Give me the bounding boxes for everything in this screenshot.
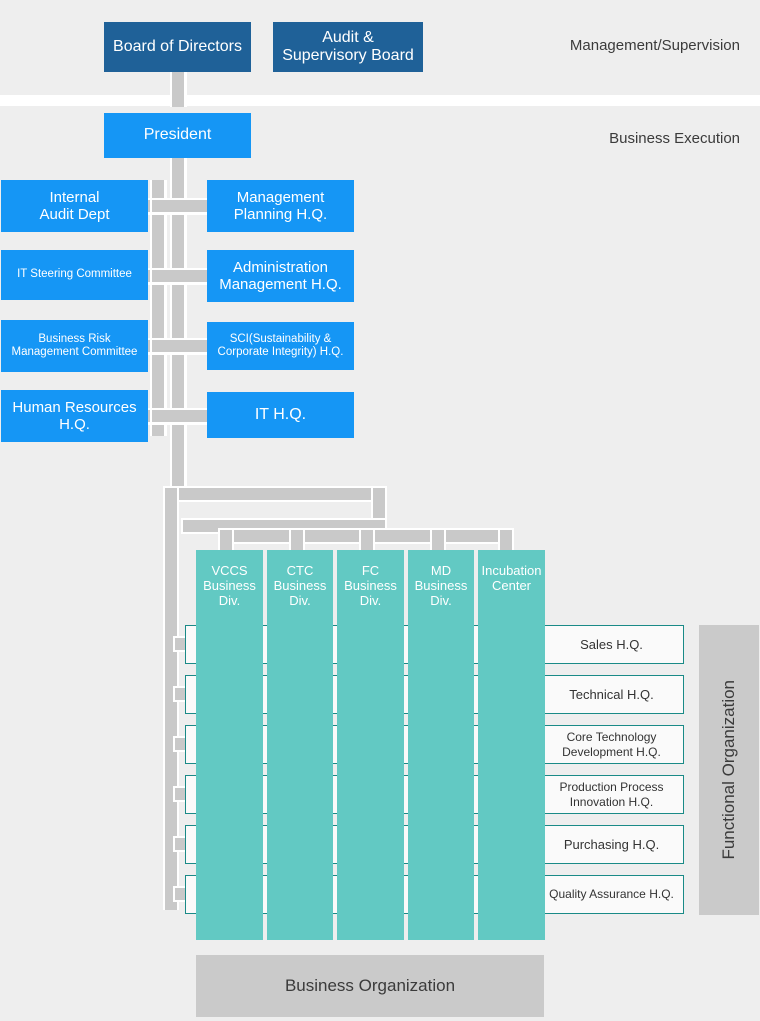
box-internal-audit-dept[interactable]: Internal Audit Dept	[1, 180, 148, 232]
management-zone-label: Management/Supervision	[569, 37, 740, 54]
business-organization-panel: Business Organization	[196, 955, 544, 1017]
box-sci-hq[interactable]: SCI(Sustainability & Corporate Integrity…	[207, 322, 354, 370]
box-business-risk-management-committee[interactable]: Business Risk Management Committee	[1, 320, 148, 372]
box-president[interactable]: President	[104, 113, 251, 158]
connector-division-bracket-1	[165, 488, 383, 500]
connector-stub-it-hq	[182, 410, 210, 422]
box-it-hq[interactable]: IT H.Q.	[207, 392, 354, 438]
division-column-ctc[interactable]: CTC Business Div.	[267, 550, 333, 940]
division-column-incubation[interactable]: Incubation Center	[478, 550, 545, 940]
connector-tie-1	[152, 200, 184, 212]
functional-organization-label: Functional Organization	[719, 680, 738, 860]
it-hq-label: IT H.Q.	[254, 405, 307, 423]
functional-hq-label: Sales H.Q.	[580, 636, 643, 652]
sci-hq-label: SCI(Sustainability & Corporate Integrity…	[217, 332, 344, 358]
functional-hq-label: Technical H.Q.	[569, 686, 654, 702]
box-it-steering-committee[interactable]: IT Steering Committee	[1, 250, 148, 300]
division-label: VCCS Business Div.	[203, 563, 256, 608]
division-column-fc[interactable]: FC Business Div.	[337, 550, 404, 940]
it-steering-committee-label: IT Steering Committee	[17, 268, 132, 281]
box-administration-management-hq[interactable]: Administration Management H.Q.	[207, 250, 354, 302]
division-label: Incubation Center	[481, 563, 542, 593]
division-label: CTC Business Div.	[273, 563, 327, 608]
division-label: MD Business Div.	[414, 563, 468, 608]
connector-tie-4	[152, 410, 184, 422]
functional-hq-label: Production Process Innovation H.Q.	[559, 780, 664, 809]
administration-management-hq-label: Administration Management H.Q.	[219, 258, 342, 293]
division-column-vccs[interactable]: VCCS Business Div.	[196, 550, 263, 940]
functional-hq-label: Purchasing H.Q.	[563, 836, 660, 852]
execution-zone-label: Business Execution	[609, 130, 740, 147]
connector-tie-3	[152, 340, 184, 352]
audit-supervisory-board-label: Audit & Supervisory Board	[282, 28, 414, 64]
box-human-resources-hq[interactable]: Human Resources H.Q.	[1, 390, 148, 442]
business-organization-label: Business Organization	[284, 976, 456, 995]
box-audit-supervisory-board[interactable]: Audit & Supervisory Board	[273, 22, 423, 72]
org-chart: Management/Supervision Business Executio…	[0, 0, 760, 1021]
box-management-planning-hq[interactable]: Management Planning H.Q.	[207, 180, 354, 232]
connector-stub-sci	[182, 340, 210, 352]
functional-organization-panel: Functional Organization	[699, 625, 759, 915]
division-column-md[interactable]: MD Business Div.	[408, 550, 474, 940]
internal-audit-dept-label: Internal Audit Dept	[39, 188, 110, 223]
connector-tie-2	[152, 270, 184, 282]
connector-stub-mgmt-planning	[182, 200, 210, 212]
connector-board-president	[172, 72, 184, 107]
functional-hq-label: Quality Assurance H.Q.	[549, 887, 674, 902]
functional-hq-label: Core Technology Development H.Q.	[562, 730, 661, 759]
division-label: FC Business Div.	[344, 563, 397, 608]
management-planning-hq-label: Management Planning H.Q.	[233, 188, 328, 223]
business-risk-management-committee-label: Business Risk Management Committee	[11, 332, 138, 358]
connector-committee-spine	[152, 180, 164, 436]
president-label: President	[143, 126, 212, 144]
connector-stub-admin-mgmt	[182, 270, 210, 282]
box-board-of-directors[interactable]: Board of Directors	[104, 22, 251, 72]
human-resources-hq-label: Human Resources H.Q.	[12, 398, 137, 433]
board-of-directors-label: Board of Directors	[113, 37, 242, 55]
